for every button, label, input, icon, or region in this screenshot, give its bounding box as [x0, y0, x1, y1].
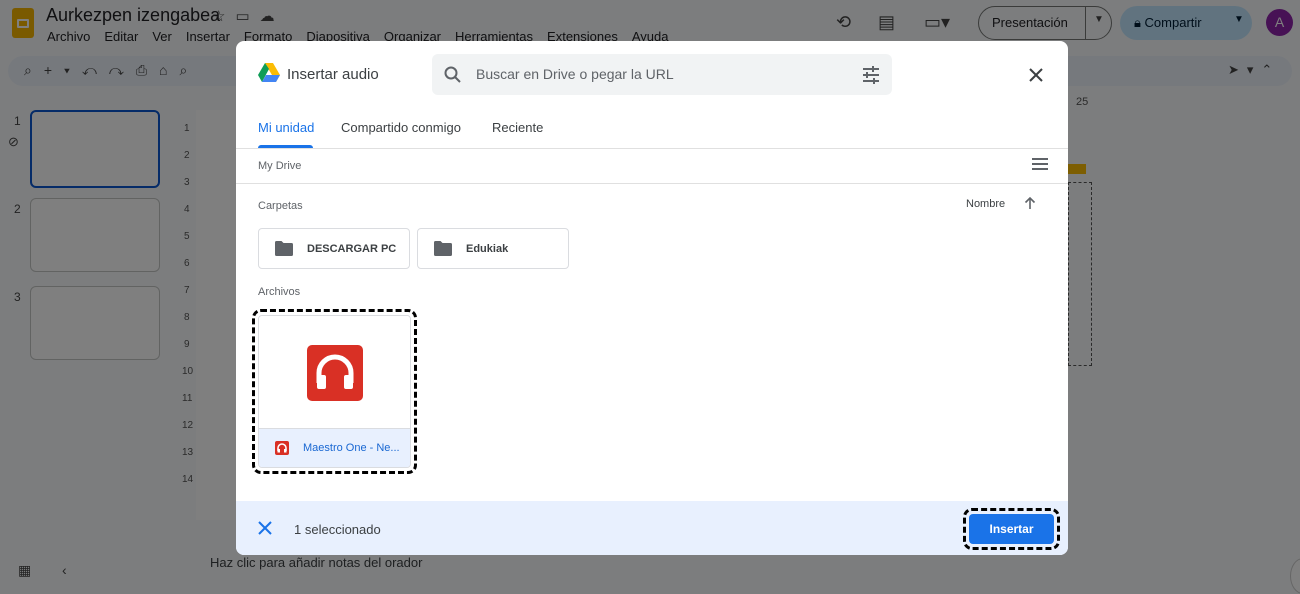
- breadcrumb[interactable]: My Drive: [258, 160, 301, 172]
- folder-icon: [434, 241, 452, 256]
- close-icon[interactable]: [1024, 63, 1048, 87]
- files-heading: Archivos: [258, 286, 301, 298]
- tab-mi-unidad[interactable]: Mi unidad: [258, 120, 314, 135]
- folder-name: DESCARGAR PC: [307, 243, 397, 255]
- search-options-icon[interactable]: [862, 66, 880, 84]
- folder-edukiak[interactable]: Edukiak: [417, 228, 569, 269]
- tab-compartido-conmigo[interactable]: Compartido conmigo: [341, 120, 461, 135]
- search-box[interactable]: [432, 54, 892, 95]
- folder-descargar-pc[interactable]: DESCARGAR PC: [258, 228, 410, 269]
- sort-ascending-icon[interactable]: [1024, 196, 1036, 210]
- search-input[interactable]: [476, 66, 846, 82]
- search-icon[interactable]: [444, 66, 462, 84]
- deselect-icon[interactable]: [258, 521, 272, 535]
- tab-reciente[interactable]: Reciente: [492, 120, 543, 135]
- folder-name: Edukiak: [466, 243, 509, 255]
- divider: [236, 183, 1068, 184]
- insert-highlight: [963, 508, 1060, 550]
- dialog-title: Insertar audio: [287, 66, 379, 83]
- folder-icon: [275, 241, 293, 256]
- folders-heading: Carpetas: [258, 200, 303, 212]
- google-drive-icon: [258, 63, 280, 82]
- insert-audio-dialog: Insertar audio Mi unidad Compartido conm…: [236, 41, 1068, 555]
- selection-highlight: [252, 309, 417, 474]
- divider: [236, 148, 1068, 149]
- sort-by-name[interactable]: Nombre: [966, 198, 1005, 210]
- selection-count: 1 seleccionado: [294, 522, 381, 537]
- dialog-footer: 1 seleccionado Insertar: [236, 501, 1068, 555]
- list-view-icon[interactable]: [1032, 157, 1048, 171]
